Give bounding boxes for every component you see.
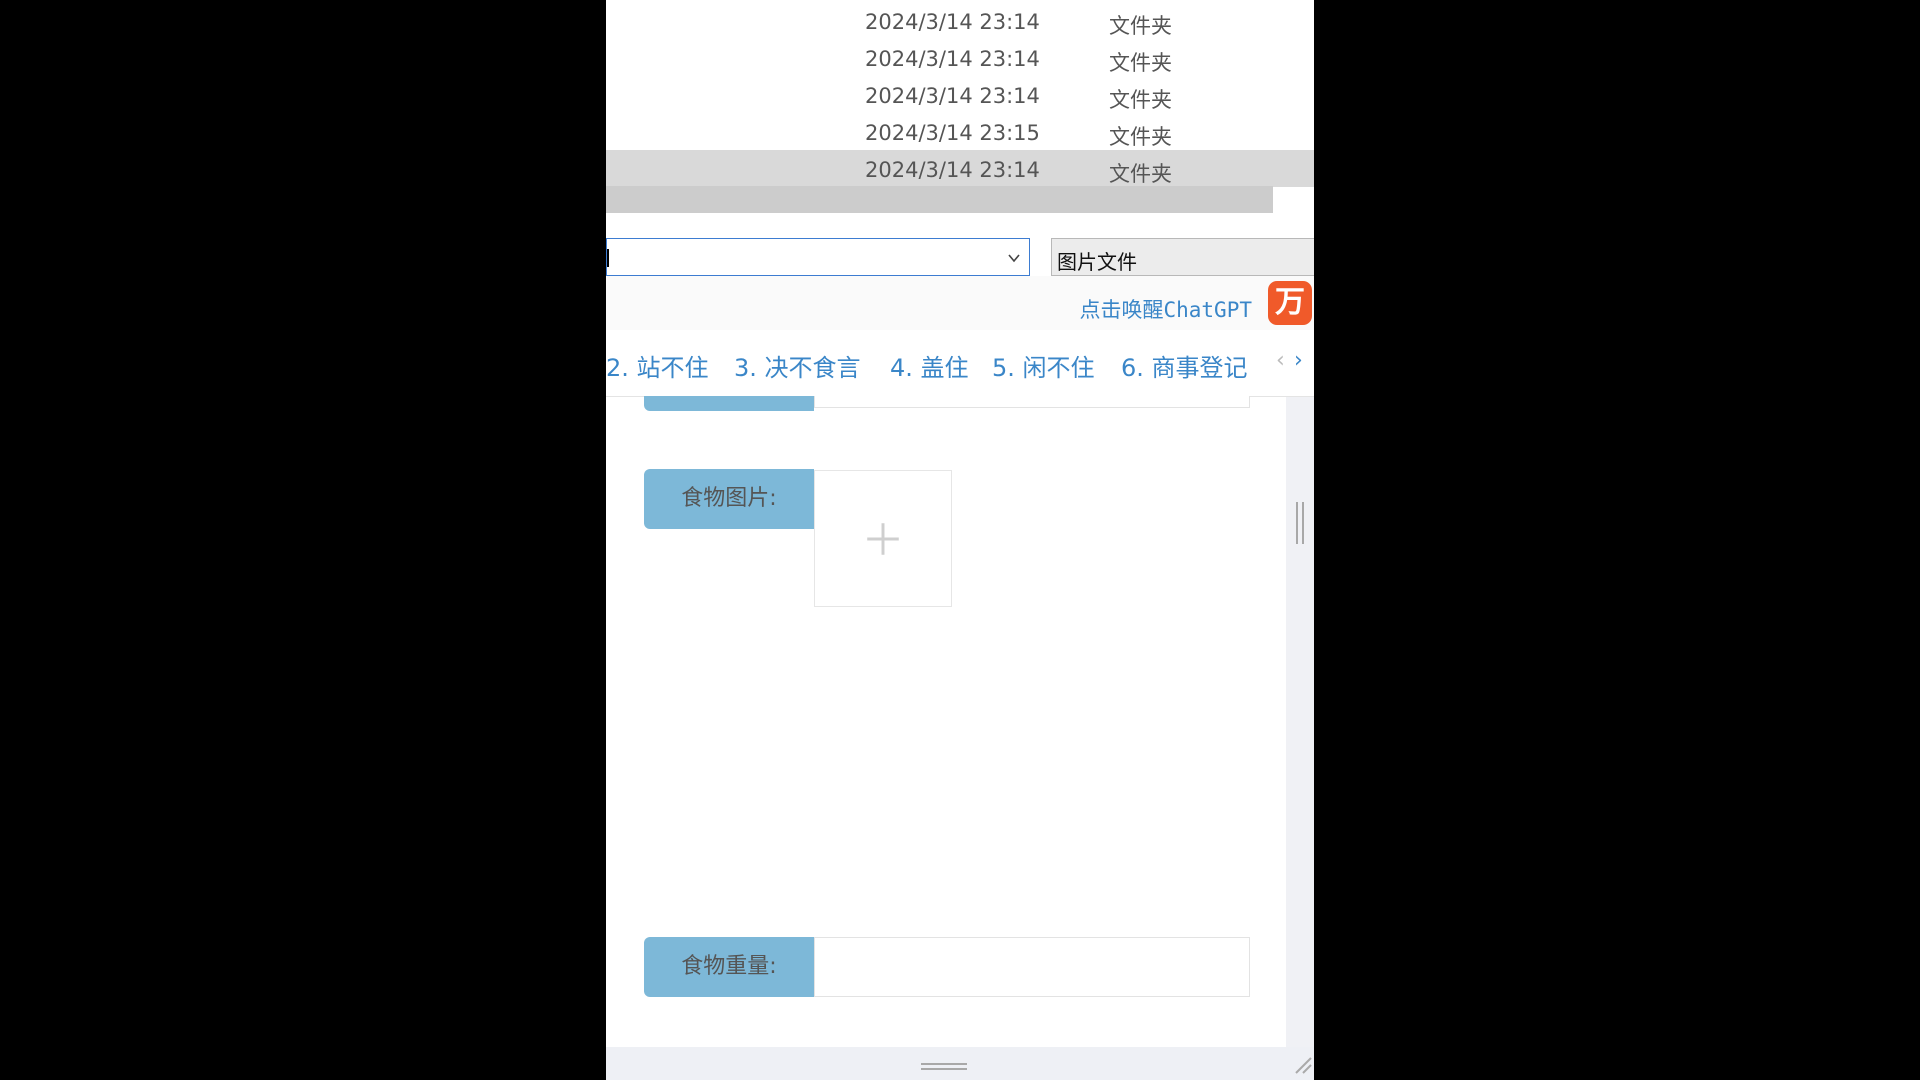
chevron-down-icon[interactable] — [1007, 251, 1021, 265]
chatgpt-hint-link[interactable]: 点击唤醒ChatGPT — [1079, 294, 1252, 324]
file-row[interactable]: 2024/3/14 23:15 文件夹 — [606, 113, 1314, 150]
hidden-field-label — [644, 396, 814, 411]
file-type: 文件夹 — [1109, 162, 1172, 186]
image-upload-box[interactable] — [814, 470, 952, 607]
plus-icon — [867, 523, 899, 555]
file-type: 文件夹 — [1109, 125, 1172, 149]
food-image-label: 食物图片: — [644, 469, 814, 529]
food-weight-label: 食物重量: — [644, 937, 814, 997]
drag-grip-icon[interactable] — [921, 1062, 967, 1072]
ime-candidate[interactable]: 5. 闲不住 — [992, 348, 1095, 383]
file-type: 文件夹 — [1109, 51, 1172, 75]
hidden-field-input[interactable] — [814, 396, 1250, 408]
file-row[interactable]: 2024/3/14 23:14 文件夹 — [606, 39, 1314, 76]
food-weight-input[interactable] — [814, 937, 1250, 997]
scroll-gutter — [1286, 397, 1314, 1047]
file-date: 2024/3/14 23:14 — [865, 84, 1040, 108]
text-caret — [607, 249, 609, 267]
filetype-select[interactable]: 图片文件 — [1051, 238, 1314, 276]
horizontal-scrollbar[interactable] — [606, 186, 1273, 213]
chevron-right-icon[interactable]: › — [1294, 348, 1303, 373]
file-row[interactable]: 2024/3/14 23:14 文件夹 — [606, 76, 1314, 113]
resize-corner-icon[interactable] — [1292, 1054, 1312, 1074]
ime-toolbar: 点击唤醒ChatGPT 万 — [606, 276, 1314, 330]
ime-candidate-bar: 2. 站不住 3. 决不食言 4. 盖住 5. 闲不住 6. 商事登记 ‹ › — [606, 330, 1314, 397]
file-type: 文件夹 — [1109, 88, 1172, 112]
file-row[interactable]: 2024/3/14 23:14 文件夹 — [606, 2, 1314, 39]
file-date: 2024/3/14 23:14 — [865, 47, 1040, 71]
app-window: 2024/3/14 23:14 文件夹 2024/3/14 23:14 文件夹 … — [606, 0, 1314, 1080]
ime-logo-icon[interactable]: 万 — [1268, 281, 1312, 325]
ime-candidate[interactable]: 3. 决不食言 — [734, 348, 861, 383]
filename-field[interactable] — [606, 238, 1030, 276]
file-date: 2024/3/14 23:15 — [865, 121, 1040, 145]
ime-candidate[interactable]: 2. 站不住 — [606, 348, 709, 383]
file-date: 2024/3/14 23:14 — [865, 10, 1040, 34]
ime-candidate[interactable]: 4. 盖住 — [890, 348, 969, 383]
file-row-selected[interactable]: 2024/3/14 23:14 文件夹 — [606, 150, 1314, 187]
chevron-left-icon[interactable]: ‹ — [1276, 348, 1285, 373]
file-date: 2024/3/14 23:14 — [865, 158, 1040, 182]
file-type: 文件夹 — [1109, 14, 1172, 38]
ime-candidate[interactable]: 6. 商事登记 — [1121, 348, 1248, 383]
scrollbar-grip-icon[interactable] — [1294, 502, 1306, 544]
